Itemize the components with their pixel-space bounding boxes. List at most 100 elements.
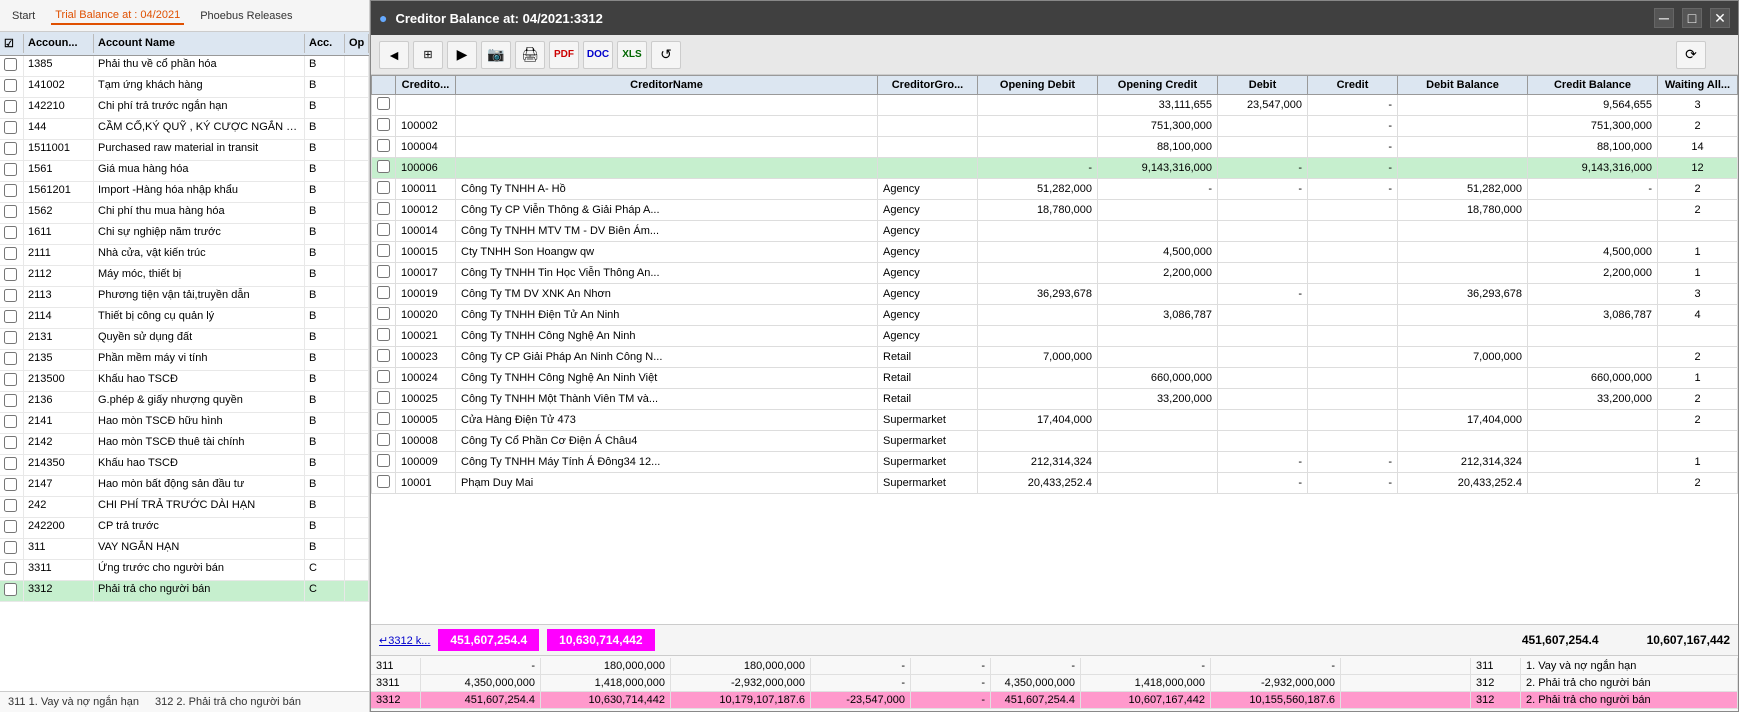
cell-check[interactable] (372, 410, 396, 431)
row-checkbox[interactable] (0, 140, 24, 160)
left-table-row[interactable]: 2136 G.phép & giấy nhượng quyền B (0, 392, 369, 413)
table-row[interactable]: 100021 Công Ty TNHH Công Nghệ An Ninh Ag… (372, 326, 1738, 347)
cell-check[interactable] (372, 347, 396, 368)
cell-check[interactable] (372, 221, 396, 242)
tab-phoebus[interactable]: Phoebus Releases (196, 8, 296, 24)
row-checkbox[interactable] (0, 329, 24, 349)
left-table-row[interactable]: 2114 Thiết bị công cụ quản lý B (0, 308, 369, 329)
left-table-row[interactable]: 1511001 Purchased raw material in transi… (0, 140, 369, 161)
close-button[interactable]: ✕ (1710, 8, 1730, 28)
table-row[interactable]: 100005 Cửa Hàng Điện Tử 473 Supermarket … (372, 410, 1738, 431)
left-table-row[interactable]: 311 VAY NGẮN HẠN B (0, 539, 369, 560)
cell-check[interactable] (372, 158, 396, 179)
row-checkbox[interactable] (0, 119, 24, 139)
left-table-row[interactable]: 3312 Phải trả cho người bán C (0, 581, 369, 602)
left-table-row[interactable]: 1561201 Import -Hàng hóa nhập khẩu B (0, 182, 369, 203)
cell-check[interactable] (372, 452, 396, 473)
row-checkbox[interactable] (0, 539, 24, 559)
history-button[interactable]: ↺ (651, 41, 681, 69)
cell-check[interactable] (372, 284, 396, 305)
left-table-row[interactable]: 3311 Ứng trước cho người bán C (0, 560, 369, 581)
row-checkbox[interactable] (0, 56, 24, 76)
table-row[interactable]: 10001 Phạm Duy Mai Supermarket 20,433,25… (372, 473, 1738, 494)
table-row[interactable]: 100025 Công Ty TNHH Một Thành Viên TM và… (372, 389, 1738, 410)
row-checkbox[interactable] (0, 287, 24, 307)
cell-check[interactable] (372, 326, 396, 347)
pdf-button[interactable]: PDF (549, 41, 579, 69)
cell-check[interactable] (372, 368, 396, 389)
left-table-row[interactable]: 2141 Hao mòn TSCĐ hữu hình B (0, 413, 369, 434)
cell-check[interactable] (372, 473, 396, 494)
row-checkbox[interactable] (0, 245, 24, 265)
left-table-row[interactable]: 144 CẦM CỐ,KÝ QUỸ , KÝ CƯỢC NGẮN HẠN B (0, 119, 369, 140)
left-table-row[interactable]: 2142 Hao mòn TSCĐ thuê tài chính B (0, 434, 369, 455)
left-table-row[interactable]: 1611 Chi sự nghiệp năm trước B (0, 224, 369, 245)
row-checkbox[interactable] (0, 413, 24, 433)
cell-check[interactable] (372, 137, 396, 158)
left-table-row[interactable]: 2131 Quyền sử dụng đất B (0, 329, 369, 350)
left-table-row[interactable]: 141002 Tạm ứng khách hàng B (0, 77, 369, 98)
row-checkbox[interactable] (0, 455, 24, 475)
cell-check[interactable] (372, 95, 396, 116)
row-checkbox[interactable] (0, 581, 24, 601)
table-row[interactable]: 100024 Công Ty TNHH Công Nghệ An Ninh Vi… (372, 368, 1738, 389)
cell-check[interactable] (372, 179, 396, 200)
row-checkbox[interactable] (0, 476, 24, 496)
xls-button[interactable]: XLS (617, 41, 647, 69)
play-button[interactable]: ▶ (447, 41, 477, 69)
left-table-row[interactable]: 2147 Hao mòn bất động sản đầu tư B (0, 476, 369, 497)
table-row[interactable]: 100006 - 9,143,316,000 - - 9,143,316,000… (372, 158, 1738, 179)
row-checkbox[interactable] (0, 161, 24, 181)
cell-check[interactable] (372, 200, 396, 221)
row-checkbox[interactable] (0, 518, 24, 538)
maximize-button[interactable]: □ (1682, 8, 1702, 28)
table-row[interactable]: 100008 Công Ty Cổ Phần Cơ Điện Á Châu4 S… (372, 431, 1738, 452)
print-button[interactable]: 🖨 (515, 41, 545, 69)
row-checkbox[interactable] (0, 77, 24, 97)
left-table-row[interactable]: 1562 Chi phí thu mua hàng hóa B (0, 203, 369, 224)
left-table-row[interactable]: 2135 Phần mềm máy vi tính B (0, 350, 369, 371)
tab-trial-balance[interactable]: Trial Balance at : 04/2021 (51, 7, 184, 25)
table-row[interactable]: 100023 Công Ty CP Giải Pháp An Ninh Công… (372, 347, 1738, 368)
row-checkbox[interactable] (0, 350, 24, 370)
nav-link[interactable]: ↵3312 k... (379, 634, 430, 647)
camera-button[interactable]: 📷 (481, 41, 511, 69)
cell-check[interactable] (372, 242, 396, 263)
tab-start[interactable]: Start (8, 8, 39, 24)
left-table-row[interactable]: 142210 Chi phí trả trước ngắn hạn B (0, 98, 369, 119)
left-table-row[interactable]: 1561 Giá mua hàng hóa B (0, 161, 369, 182)
table-row[interactable]: 100004 88,100,000 - 88,100,000 14 (372, 137, 1738, 158)
refresh-button[interactable]: ⟳ (1676, 41, 1706, 69)
cell-check[interactable] (372, 263, 396, 284)
row-checkbox[interactable] (0, 497, 24, 517)
table-row[interactable]: 100017 Công Ty TNHH Tin Học Viễn Thông A… (372, 263, 1738, 284)
left-table-row[interactable]: 2111 Nhà cửa, vật kiến trúc B (0, 245, 369, 266)
table-row[interactable]: 100014 Công Ty TNHH MTV TM - DV Biên Ám.… (372, 221, 1738, 242)
left-table-row[interactable]: 2113 Phương tiện vận tải,truyền dẫn B (0, 287, 369, 308)
left-table-row[interactable]: 242 CHI PHÍ TRẢ TRƯỚC DÀI HẠN B (0, 497, 369, 518)
grid-button[interactable]: ⊞ (413, 41, 443, 69)
nav-back-button[interactable]: ◄ (379, 41, 409, 69)
table-row[interactable]: 100002 751,300,000 - 751,300,000 2 (372, 116, 1738, 137)
table-row[interactable]: 100015 Cty TNHH Son Hoangw qw Agency 4,5… (372, 242, 1738, 263)
table-row[interactable]: 100020 Công Ty TNHH Điện Tử An Ninh Agen… (372, 305, 1738, 326)
row-checkbox[interactable] (0, 203, 24, 223)
table-row[interactable]: 100009 Công Ty TNHH Máy Tính Á Đông34 12… (372, 452, 1738, 473)
row-checkbox[interactable] (0, 434, 24, 454)
left-table-row[interactable]: 214350 Khấu hao TSCĐ B (0, 455, 369, 476)
doc-button[interactable]: DOC (583, 41, 613, 69)
table-row[interactable]: 100019 Công Ty TM DV XNK An Nhơn Agency … (372, 284, 1738, 305)
row-checkbox[interactable] (0, 308, 24, 328)
left-table-row[interactable]: 213500 Khấu hao TSCĐ B (0, 371, 369, 392)
row-checkbox[interactable] (0, 560, 24, 580)
row-checkbox[interactable] (0, 98, 24, 118)
row-checkbox[interactable] (0, 182, 24, 202)
left-table-row[interactable]: 1385 Phải thu về cổ phần hóa B (0, 56, 369, 77)
cell-check[interactable] (372, 305, 396, 326)
row-checkbox[interactable] (0, 224, 24, 244)
row-checkbox[interactable] (0, 266, 24, 286)
cell-check[interactable] (372, 116, 396, 137)
table-row[interactable]: 100012 Công Ty CP Viễn Thông & Giải Pháp… (372, 200, 1738, 221)
left-table-row[interactable]: 242200 CP trả trước B (0, 518, 369, 539)
cell-check[interactable] (372, 431, 396, 452)
